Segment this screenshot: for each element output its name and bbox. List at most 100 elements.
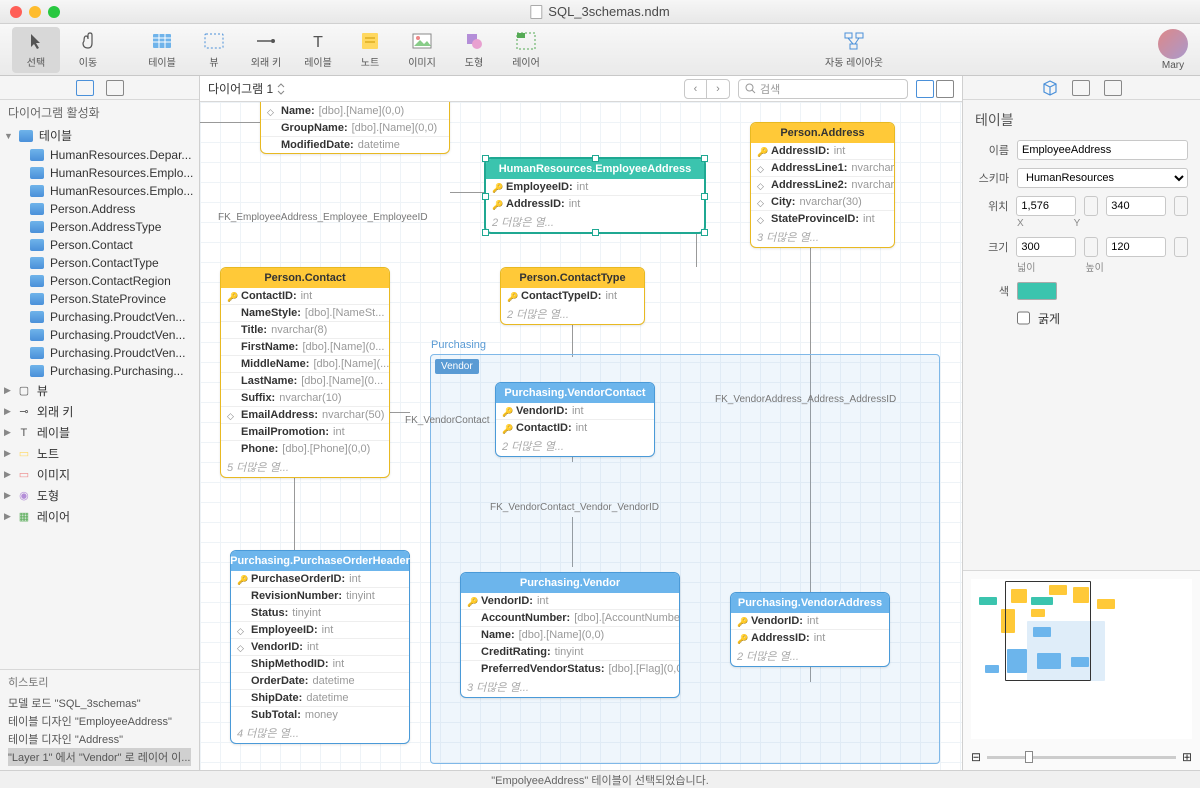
tree-item[interactable]: Person.ContactRegion [0, 272, 199, 290]
entity-vendor-address[interactable]: Purchasing.VendorAddress VendorID: intAd… [730, 592, 890, 667]
prop-w-input[interactable] [1016, 237, 1076, 257]
column-row[interactable]: AddressID: int [751, 143, 894, 159]
column-row[interactable]: AddressID: int [486, 195, 704, 212]
tree-category[interactable]: ▶T레이블 [0, 422, 199, 443]
tree-category[interactable]: ▶◉도형 [0, 485, 199, 506]
tree-item[interactable]: Person.Address [0, 200, 199, 218]
stepper-icon[interactable] [1084, 237, 1098, 257]
column-row[interactable]: AddressLine2: nvarchar(... [751, 176, 894, 193]
tree-item[interactable]: Person.StateProvince [0, 290, 199, 308]
tree-item[interactable]: Purchasing.Purchasing... [0, 362, 199, 380]
zoom-in-icon[interactable]: ⊞ [1182, 750, 1192, 764]
stepper-icon[interactable] [1174, 196, 1188, 216]
column-row[interactable]: City: nvarchar(30) [751, 193, 894, 210]
tree-category[interactable]: ▶▭노트 [0, 443, 199, 464]
search-input[interactable]: 검색 [738, 79, 908, 99]
column-row[interactable]: EmployeeID: int [486, 179, 704, 195]
column-row[interactable]: ShipMethodID: int [231, 655, 409, 672]
column-row[interactable]: EmailAddress: nvarchar(50) [221, 406, 389, 423]
tool-view[interactable]: 뷰 [190, 27, 238, 73]
entity-po-header[interactable]: Purchasing.PurchaseOrderHeader PurchaseO… [230, 550, 410, 744]
column-row[interactable]: Name: [dbo].[Name](0,0) [461, 626, 679, 643]
close-icon[interactable] [10, 6, 22, 18]
stepper-icon[interactable] [1174, 237, 1188, 257]
minimize-icon[interactable] [29, 6, 41, 18]
tree-item[interactable]: Person.ContactType [0, 254, 199, 272]
column-row[interactable]: EmailPromotion: int [221, 423, 389, 440]
nav-back[interactable]: ‹ [685, 80, 707, 98]
prop-x-input[interactable] [1016, 196, 1076, 216]
user-menu[interactable]: Mary [1158, 29, 1188, 71]
zoom-out-icon[interactable]: ⊟ [971, 750, 981, 764]
tool-select[interactable]: 선택 [12, 27, 60, 73]
column-row[interactable]: MiddleName: [dbo].[Name](... [221, 355, 389, 372]
tool-image[interactable]: 이미지 [398, 27, 446, 73]
tool-shape[interactable]: 도형 [450, 27, 498, 73]
prop-h-input[interactable] [1106, 237, 1166, 257]
column-row[interactable]: SubTotal: money [231, 706, 409, 723]
column-row[interactable]: LastName: [dbo].[Name](0... [221, 372, 389, 389]
history-item[interactable]: 테이블 디자인 "EmployeeAddress" [8, 712, 191, 730]
layout-left-icon[interactable] [916, 80, 934, 98]
column-row[interactable]: ContactTypeID: int [501, 288, 644, 304]
column-row[interactable]: OrderDate: datetime [231, 672, 409, 689]
left-tab-diagram-icon[interactable] [76, 80, 94, 96]
column-row[interactable]: ModifiedDate: datetime [261, 136, 449, 153]
breadcrumb[interactable]: 다이어그램 1 [208, 80, 285, 97]
right-tab-2-icon[interactable] [1072, 80, 1090, 96]
tree-item[interactable]: Person.Contact [0, 236, 199, 254]
column-row[interactable]: AccountNumber: [dbo].[AccountNumber](... [461, 609, 679, 626]
tree-tables-root[interactable]: ▼ 테이블 [0, 125, 199, 146]
tool-move[interactable]: 이동 [64, 27, 112, 73]
column-row[interactable]: Status: tinyint [231, 604, 409, 621]
column-row[interactable]: ContactID: int [221, 288, 389, 304]
minimap[interactable]: ⊟ ⊞ [963, 570, 1200, 770]
maximize-icon[interactable] [48, 6, 60, 18]
zoom-slider[interactable]: ⊟ ⊞ [971, 750, 1192, 764]
tree-item[interactable]: HumanResources.Emplo... [0, 182, 199, 200]
entity-vendor[interactable]: Purchasing.Vendor VendorID: intAccountNu… [460, 572, 680, 698]
column-row[interactable]: PurchaseOrderID: int [231, 571, 409, 587]
tool-auto-layout[interactable]: 자동 레이아웃 [818, 27, 890, 73]
column-row[interactable]: AddressID: int [731, 629, 889, 646]
right-tab-3-icon[interactable] [1104, 80, 1122, 96]
column-row[interactable]: FirstName: [dbo].[Name](0... [221, 338, 389, 355]
tree-item[interactable]: Purchasing.ProudctVen... [0, 326, 199, 344]
column-row[interactable]: GroupName: [dbo].[Name](0,0) [261, 119, 449, 136]
entity-address[interactable]: Person.Address AddressID: intAddressLine… [750, 122, 895, 248]
properties-tab-icon[interactable] [1042, 80, 1058, 96]
tool-fk[interactable]: 외래 키 [242, 27, 290, 73]
tree-item[interactable]: Purchasing.ProudctVen... [0, 344, 199, 362]
history-item[interactable]: 테이블 디자인 "Address" [8, 730, 191, 748]
column-row[interactable]: EmployeeID: int [231, 621, 409, 638]
entity-employee-address[interactable]: HumanResources.EmployeeAddress EmployeeI… [485, 158, 705, 233]
column-row[interactable]: NameStyle: [dbo].[NameSt... [221, 304, 389, 321]
prop-name-input[interactable] [1017, 140, 1188, 160]
column-row[interactable]: Suffix: nvarchar(10) [221, 389, 389, 406]
column-row[interactable]: StateProvinceID: int [751, 210, 894, 227]
history-item[interactable]: 모델 로드 "SQL_3schemas" [8, 694, 191, 712]
column-row[interactable]: RevisionNumber: tinyint [231, 587, 409, 604]
column-row[interactable]: AddressLine1: nvarchar(... [751, 159, 894, 176]
tool-layer[interactable]: 레이어 [502, 27, 550, 73]
column-row[interactable]: VendorID: int [231, 638, 409, 655]
nav-forward[interactable]: › [707, 80, 729, 98]
column-row[interactable]: PreferredVendorStatus: [dbo].[Flag](0,0) [461, 660, 679, 677]
left-tab-model-icon[interactable] [106, 80, 124, 96]
column-row[interactable]: VendorID: int [496, 403, 654, 419]
tool-table[interactable]: 테이블 [138, 27, 186, 73]
tree-category[interactable]: ▶▦레이어 [0, 506, 199, 527]
history-item[interactable]: "Layer 1" 에서 "Vendor" 로 레이어 이... [8, 748, 191, 766]
tree-item[interactable]: Person.AddressType [0, 218, 199, 236]
column-row[interactable]: VendorID: int [731, 613, 889, 629]
column-row[interactable]: Name: [dbo].[Name](0,0) [261, 103, 449, 119]
column-row[interactable]: ContactID: int [496, 419, 654, 436]
tree-category[interactable]: ▶▭이미지 [0, 464, 199, 485]
prop-y-input[interactable] [1106, 196, 1166, 216]
entity-department[interactable]: . Name: [dbo].[Name](0,0)GroupName: [dbo… [260, 102, 450, 154]
color-swatch[interactable] [1017, 282, 1057, 300]
tree-item[interactable]: HumanResources.Emplo... [0, 164, 199, 182]
tree-item[interactable]: Purchasing.ProudctVen... [0, 308, 199, 326]
diagram-canvas[interactable]: . Name: [dbo].[Name](0,0)GroupName: [dbo… [200, 102, 962, 770]
prop-bold-checkbox[interactable] [1017, 308, 1030, 328]
